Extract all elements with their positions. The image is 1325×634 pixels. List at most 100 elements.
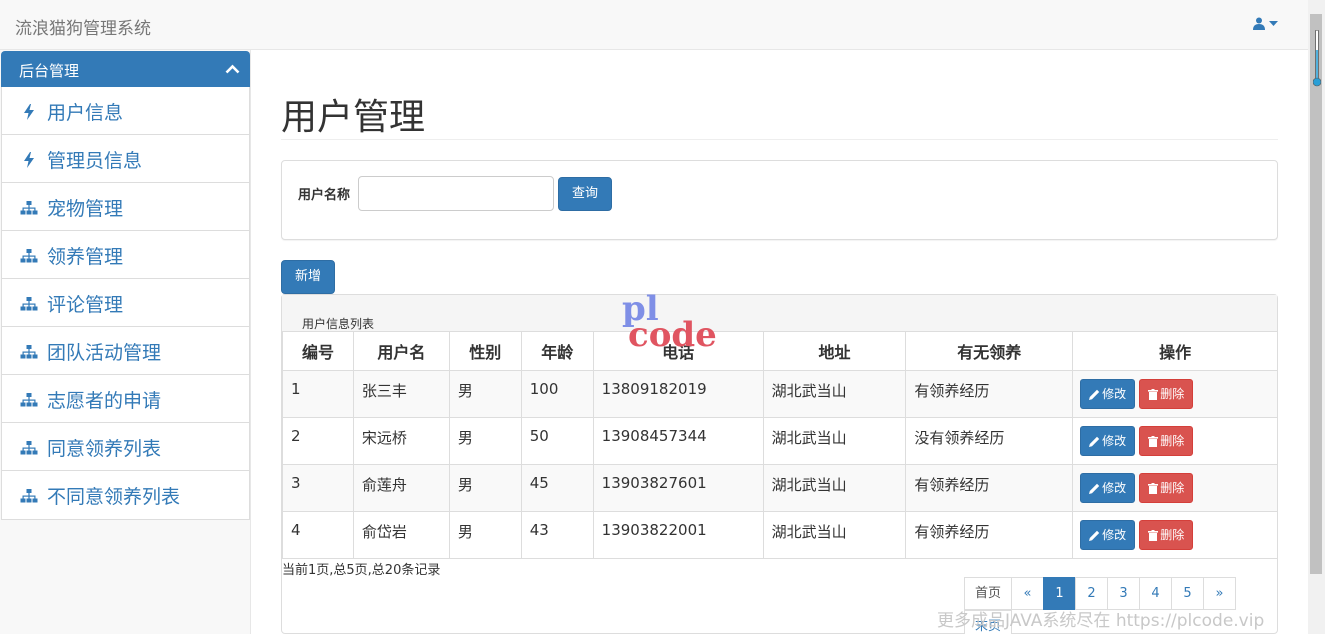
sidebar-item[interactable]: 同意领养列表 [2,423,249,471]
table-cell: 4 [282,511,354,559]
table-cell: 有领养经历 [905,464,1074,512]
sidebar-item[interactable]: 志愿者的申请 [2,375,249,423]
table-cell: 男 [448,511,522,559]
trash-icon [1148,530,1159,541]
sidebar-item[interactable]: 不同意领养列表 [2,471,249,519]
table-cell: 1 [282,370,354,418]
table-cell: 50 [520,417,594,465]
sidebar-item-label: 志愿者的申请 [47,390,162,412]
table-caption-bar: 用户信息列表 [282,295,1277,331]
site-watermark-text: 更多成品JAVA系统尽在 https://plcode.vip [937,611,1265,631]
sidebar-item-label: 同意领养列表 [47,438,162,460]
table-cell: 宋远桥 [352,417,450,465]
sidebar-item-label: 用户信息 [47,102,124,124]
sidebar-panel-header[interactable]: 后台管理 [1,51,250,87]
delete-button[interactable]: 删除 [1139,520,1194,550]
sidebar-item[interactable]: 团队活动管理 [2,327,249,375]
user-menu-toggle[interactable] [1253,17,1278,30]
table-caption: 用户信息列表 [302,317,375,331]
sidebar-item-label: 管理员信息 [47,150,143,172]
table-row: 1 张三丰男 100 13809182019 湖北武当山 有领养经历 修改 删除 [282,370,1278,418]
table-row: 2 宋远桥男 50 13908457344 湖北武当山 没有领养经历 修改 删除 [282,417,1278,465]
pencil-icon [1089,530,1100,541]
delete-button[interactable]: 删除 [1139,426,1194,456]
sitemap-icon [20,439,38,455]
table-cell: 13908457344 [592,417,764,465]
sidebar: 后台管理 用户信息管理员信息宠物管理领养管理评论管理团队活动管理志愿者的申请 同意… [0,50,251,634]
edit-button[interactable]: 修改 [1080,379,1136,409]
table-cell: 3 [282,464,354,512]
actions-cell: 修改 删除 [1072,511,1278,559]
edit-label: 修改 [1102,528,1127,542]
delete-label: 删除 [1160,387,1185,401]
page-scrollbar[interactable] [1308,0,1325,634]
edit-label: 修改 [1102,481,1127,495]
username-search-input[interactable] [358,176,554,211]
trash-icon [1148,389,1159,400]
trash-icon [1148,436,1159,447]
table-cell: 43 [520,511,594,559]
title-divider [281,139,1278,140]
user-icon [1253,17,1265,30]
delete-label: 删除 [1160,528,1185,542]
sidebar-item-label: 不同意领养列表 [47,486,181,508]
delete-button[interactable]: 删除 [1139,379,1194,409]
table-cell: 湖北武当山 [762,464,907,512]
table-cell: 13903827601 [592,464,764,512]
paging-summary: 当前1页,总5页,总20条记录 [282,563,441,578]
sitemap-icon [20,391,38,407]
table-cell: 没有领养经历 [905,417,1074,465]
edit-button[interactable]: 修改 [1080,520,1136,550]
chevron-up-icon[interactable] [225,64,240,74]
table-cell: 湖北武当山 [762,511,907,559]
table-cell: 男 [448,417,522,465]
search-panel: 用户名称 查询 [281,160,1278,240]
column-header: 操作 [1072,331,1278,371]
sidebar-item[interactable]: 领养管理 [2,231,249,279]
app-title[interactable]: 流浪猫狗管理系统 [15,14,151,39]
sidebar-item-label: 宠物管理 [47,198,124,220]
edit-button[interactable]: 修改 [1080,426,1136,456]
sidebar-header-title: 后台管理 [19,62,80,80]
sitemap-icon [20,343,38,359]
column-header: 编号 [282,331,354,371]
thermometer-icon [1313,30,1321,87]
column-header: 性别 [448,331,522,371]
sidebar-item[interactable]: 宠物管理 [2,183,249,231]
scrollbar-thumb[interactable] [1310,14,1322,574]
caret-down-icon [1269,20,1278,26]
pencil-icon [1089,436,1100,447]
sidebar-item-label: 领养管理 [47,246,124,268]
sidebar-item[interactable]: 用户信息 [2,87,249,135]
sitemap-icon [20,295,38,311]
table-cell: 湖北武当山 [762,417,907,465]
pencil-icon [1089,389,1100,400]
actions-cell: 修改 删除 [1072,370,1278,418]
table-cell: 2 [282,417,354,465]
add-user-button[interactable]: 新增 [281,260,335,294]
table-cell: 男 [448,464,522,512]
table-cell: 湖北武当山 [762,370,907,418]
table-cell: 100 [520,370,594,418]
sitemap-icon [20,247,38,263]
query-button[interactable]: 查询 [558,177,612,211]
sitemap-icon [20,199,38,215]
delete-button[interactable]: 删除 [1139,473,1194,503]
column-header: 地址 [762,331,907,371]
edit-button[interactable]: 修改 [1080,473,1136,503]
column-header: 有无领养 [905,331,1074,371]
top-navbar: 流浪猫狗管理系统 [0,0,1308,50]
bolt-icon [23,103,41,120]
actions-cell: 修改 删除 [1072,464,1278,512]
table-cell: 俞莲舟 [352,464,450,512]
delete-label: 删除 [1160,481,1185,495]
table-cell: 俞岱岩 [352,511,450,559]
table-header-row: 编号 用户名 性别 年龄 电话 地址 有无领养 操作 [282,331,1278,371]
sidebar-item-label: 评论管理 [47,294,124,316]
sitemap-icon [20,487,38,503]
sidebar-item[interactable]: 管理员信息 [2,135,249,183]
username-search-label: 用户名称 [298,188,351,203]
sidebar-item[interactable]: 评论管理 [2,279,249,327]
actions-cell: 修改 删除 [1072,417,1278,465]
table-cell: 45 [520,464,594,512]
